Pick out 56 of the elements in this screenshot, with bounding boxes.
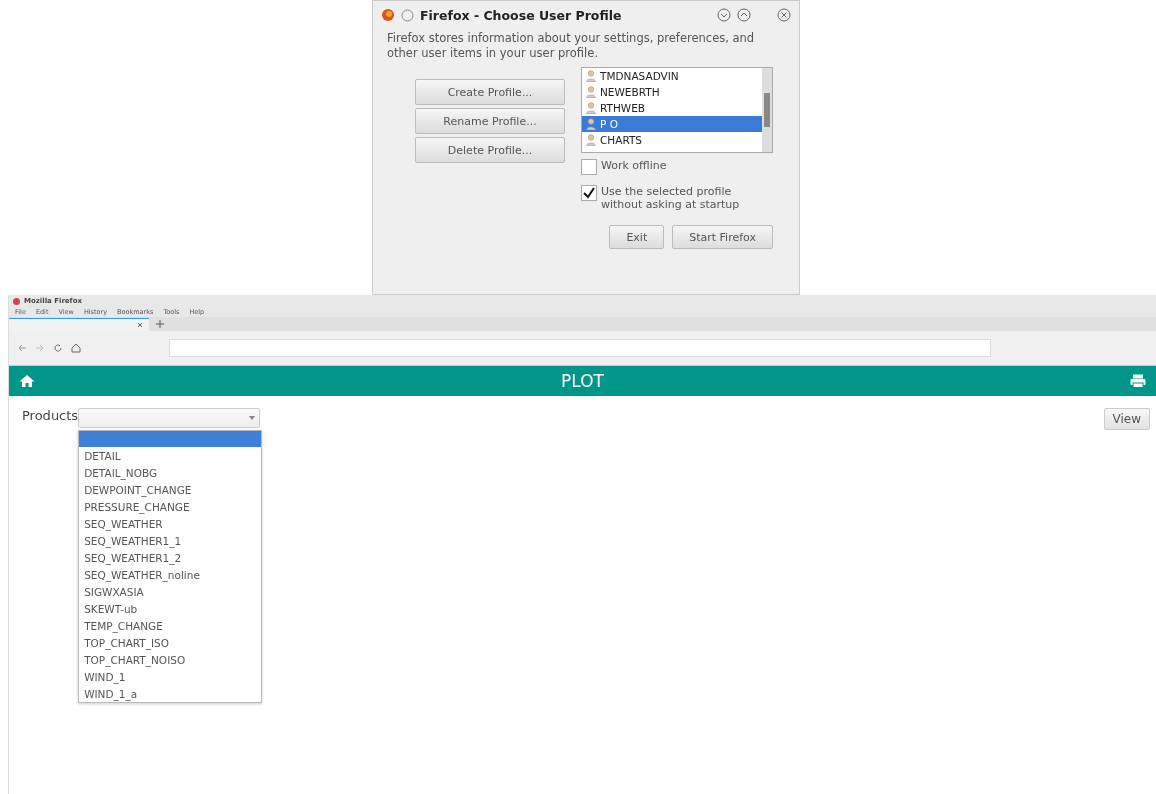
back-icon[interactable] xyxy=(17,343,27,353)
dropdown-option[interactable]: SIGWXASIA xyxy=(79,583,262,600)
checkbox-label: Work offline xyxy=(601,159,667,172)
profile-item[interactable]: NEWEBRTH xyxy=(582,84,762,100)
url-field[interactable] xyxy=(169,339,991,357)
dialog-message: Firefox stores information about your settings, preferences, and other user items in your user profile. xyxy=(386,30,756,61)
dialog-title: Firefox - Choose User Profile xyxy=(420,7,622,23)
profile-button[interactable]: Create Profile... xyxy=(415,79,565,105)
dropdown-option[interactable]: SEQ_WEATHER xyxy=(79,515,262,532)
profile-item[interactable]: RTHWEB xyxy=(582,100,762,116)
products-label: Products xyxy=(22,408,79,425)
dialog-button[interactable]: Exit xyxy=(609,225,665,249)
dropdown-option[interactable]: TOP_CHART_NOISO xyxy=(79,651,262,668)
user-icon xyxy=(586,118,596,130)
profile-button[interactable]: Rename Profile... xyxy=(415,108,565,134)
profile-item[interactable]: CHARTS xyxy=(582,132,762,148)
window-menu-icon[interactable] xyxy=(401,8,414,22)
firefox-logo-icon xyxy=(13,297,20,305)
checkbox-label: Use the selected profile without asking at startup xyxy=(601,185,741,211)
checkbox[interactable] xyxy=(581,159,597,175)
profile-button[interactable]: Delete Profile... xyxy=(415,137,565,163)
dropdown-option[interactable]: SEQ_WEATHER1_2 xyxy=(79,549,262,566)
firefox-logo-icon xyxy=(381,8,395,22)
user-icon xyxy=(586,102,596,114)
user-icon xyxy=(586,86,596,98)
scrollbar[interactable] xyxy=(762,68,772,152)
maximize-icon[interactable] xyxy=(737,8,751,22)
user-icon xyxy=(586,70,596,82)
dropdown-option[interactable]: SKEWT-ub xyxy=(79,600,262,617)
dropdown-option[interactable]: DEWPOINT_CHANGE xyxy=(79,481,262,498)
dropdown-option[interactable]: PRESSURE_CHANGE xyxy=(79,498,262,515)
dropdown-option[interactable]: TEMP_CHANGE xyxy=(79,617,262,634)
page-title: PLOT xyxy=(561,371,604,391)
browser-tab[interactable] xyxy=(9,318,149,331)
dropdown-option[interactable]: TOP_CHART_ISO xyxy=(79,634,262,651)
close-icon[interactable] xyxy=(137,322,143,328)
checkbox[interactable] xyxy=(581,185,597,201)
plus-icon[interactable] xyxy=(155,319,165,329)
dropdown-option[interactable]: DETAIL_NOBG xyxy=(79,464,262,481)
minimize-icon[interactable] xyxy=(717,8,731,22)
user-icon xyxy=(586,134,596,146)
close-icon[interactable] xyxy=(777,8,791,22)
dropdown-option[interactable]: WIND_1_a xyxy=(79,685,262,702)
view-button[interactable]: View xyxy=(1103,408,1150,430)
home-icon[interactable] xyxy=(19,374,35,388)
home-icon[interactable] xyxy=(71,343,81,353)
printer-icon[interactable] xyxy=(1130,374,1146,388)
dropdown-option[interactable]: DETAIL xyxy=(79,447,262,464)
dropdown-option[interactable]: SEQ_WEATHER_noline xyxy=(79,566,262,583)
dialog-button[interactable]: Start Firefox xyxy=(672,225,773,249)
caret-icon xyxy=(249,416,256,420)
profile-item[interactable]: P O xyxy=(582,116,762,132)
dropdown-option[interactable]: WIND_1 xyxy=(79,668,262,685)
dropdown-option[interactable]: SEQ_WEATHER1_1 xyxy=(79,532,262,549)
profile-item[interactable]: TMDNASADVIN xyxy=(582,68,762,84)
reload-icon[interactable] xyxy=(53,343,63,353)
